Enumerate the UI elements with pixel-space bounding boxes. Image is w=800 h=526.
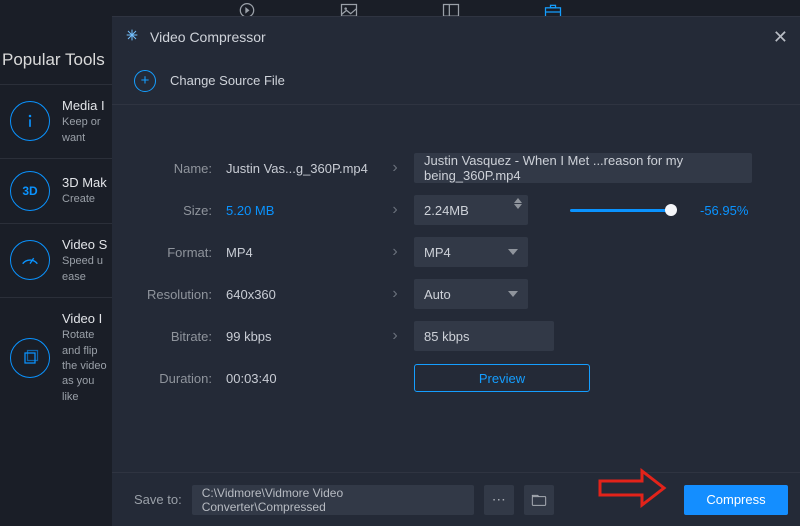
compression-percent: -56.95% bbox=[700, 203, 748, 218]
sidebar-title: Popular Tools bbox=[0, 40, 112, 84]
current-bitrate: 99 kbps bbox=[226, 329, 376, 344]
sidebar-tool-media[interactable]: Media IKeep or want bbox=[0, 84, 112, 158]
output-size-input[interactable]: 2.24MB bbox=[414, 195, 528, 225]
label-duration: Duration: bbox=[134, 371, 226, 386]
compressor-icon bbox=[124, 27, 140, 48]
video-compressor-modal: Video Compressor ✕ + Change Source File … bbox=[112, 16, 800, 526]
format-select[interactable]: MP4 bbox=[414, 237, 528, 267]
label-name: Name: bbox=[134, 161, 226, 176]
chevron-down-icon bbox=[508, 249, 518, 255]
chevron-right-icon: › bbox=[376, 243, 414, 261]
save-to-label: Save to: bbox=[134, 492, 182, 507]
current-duration: 00:03:40 bbox=[226, 371, 376, 386]
chevron-down-icon bbox=[508, 291, 518, 297]
output-name-input[interactable]: Justin Vasquez - When I Met ...reason fo… bbox=[414, 153, 752, 183]
chevron-right-icon: › bbox=[376, 327, 414, 345]
gauge-icon bbox=[10, 240, 50, 280]
sidebar-tool-rotate[interactable]: Video IRotate and flip the video as you … bbox=[0, 297, 112, 417]
label-bitrate: Bitrate: bbox=[134, 329, 226, 344]
tool-desc: Rotate and flip the video as you like bbox=[62, 328, 108, 405]
current-format: MP4 bbox=[226, 245, 376, 260]
resolution-select[interactable]: Auto bbox=[414, 279, 528, 309]
chevron-right-icon: › bbox=[376, 201, 414, 219]
save-path-field[interactable]: C:\Vidmore\Vidmore Video Converter\Compr… bbox=[192, 485, 474, 515]
sidebar: Popular Tools Media IKeep or want 3D 3D … bbox=[0, 40, 112, 417]
close-icon[interactable]: ✕ bbox=[773, 27, 788, 48]
tool-desc: Keep or want bbox=[62, 115, 108, 146]
tool-desc: Create bbox=[62, 192, 107, 207]
browse-folder-button[interactable] bbox=[524, 485, 554, 515]
label-resolution: Resolution: bbox=[134, 287, 226, 302]
info-icon bbox=[10, 101, 50, 141]
sidebar-tool-speed[interactable]: Video SSpeed u ease bbox=[0, 223, 112, 297]
current-name: Justin Vas...g_360P.mp4 bbox=[226, 161, 376, 176]
current-resolution: 640x360 bbox=[226, 287, 376, 302]
current-size: 5.20 MB bbox=[226, 203, 376, 218]
preview-button[interactable]: Preview bbox=[414, 364, 590, 392]
label-format: Format: bbox=[134, 245, 226, 260]
plus-icon: + bbox=[134, 70, 156, 92]
chevron-right-icon: › bbox=[376, 285, 414, 303]
modal-footer: Save to: C:\Vidmore\Vidmore Video Conver… bbox=[112, 472, 800, 526]
rotate-icon bbox=[10, 338, 50, 378]
tool-desc: Speed u ease bbox=[62, 254, 108, 285]
change-source-button[interactable]: + Change Source File bbox=[112, 57, 800, 105]
compress-button[interactable]: Compress bbox=[684, 485, 788, 515]
more-options-button[interactable]: ⋯ bbox=[484, 485, 514, 515]
modal-title: Video Compressor bbox=[150, 29, 266, 45]
sidebar-tool-3d[interactable]: 3D 3D MakCreate bbox=[0, 158, 112, 223]
tool-name: 3D Mak bbox=[62, 174, 107, 192]
size-slider[interactable] bbox=[570, 195, 674, 225]
tool-name: Video S bbox=[62, 236, 108, 254]
three-d-icon: 3D bbox=[10, 171, 50, 211]
form: Name: Justin Vas...g_360P.mp4 › Justin V… bbox=[112, 105, 800, 407]
label-size: Size: bbox=[134, 203, 226, 218]
chevron-right-icon: › bbox=[376, 159, 414, 177]
spinner-icon[interactable] bbox=[514, 198, 522, 209]
tool-name: Media I bbox=[62, 97, 108, 115]
tool-name: Video I bbox=[62, 310, 108, 328]
output-bitrate: 85 kbps bbox=[414, 321, 554, 351]
change-source-label: Change Source File bbox=[170, 73, 285, 88]
